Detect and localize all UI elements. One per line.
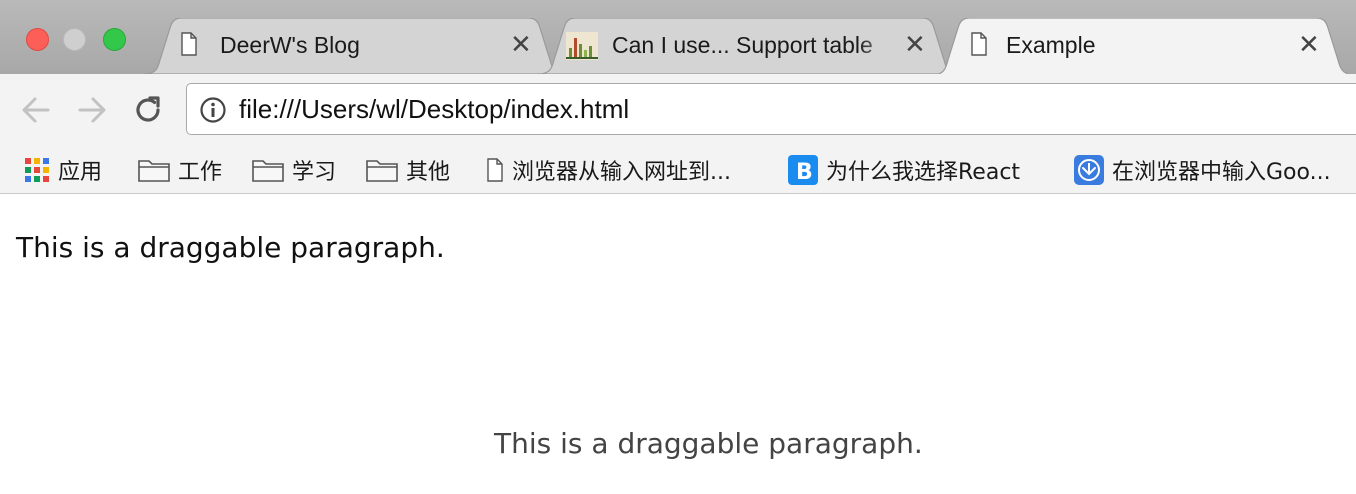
folder-icon bbox=[366, 160, 398, 182]
bookmark-label: 学习 bbox=[292, 160, 337, 185]
title-fade bbox=[858, 28, 898, 62]
minimize-window-button[interactable] bbox=[63, 28, 86, 51]
bookmark-label: 应用 bbox=[58, 160, 103, 185]
apps-grid-icon bbox=[25, 158, 49, 182]
bookmark-apps[interactable]: 应用 bbox=[24, 152, 102, 188]
page-icon bbox=[487, 158, 503, 182]
globe-favicon bbox=[1074, 155, 1104, 185]
browser-toolbar: file:///Users/wl/Desktop/index.html bbox=[0, 74, 1356, 146]
bookmark-folder-other[interactable]: 其他 bbox=[366, 152, 450, 188]
bookmark-why-react[interactable]: B 为什么我选择React bbox=[788, 152, 1020, 188]
draggable-paragraph[interactable]: This is a draggable paragraph. bbox=[16, 231, 445, 264]
svg-text:B: B bbox=[796, 160, 813, 185]
folder-icon bbox=[252, 160, 284, 182]
folder-icon bbox=[138, 160, 170, 182]
bookmark-google-input[interactable]: 在浏览器中输入Goo... bbox=[1074, 152, 1331, 188]
tab-title: Example bbox=[1006, 32, 1096, 58]
info-icon[interactable] bbox=[199, 96, 227, 124]
close-icon[interactable]: ✕ bbox=[510, 30, 532, 58]
bookmark-label: 浏览器从输入网址到... bbox=[512, 160, 731, 185]
zoom-window-button[interactable] bbox=[103, 28, 126, 51]
close-icon[interactable]: ✕ bbox=[1298, 30, 1320, 58]
page-content: This is a draggable paragraph. This is a… bbox=[0, 195, 1356, 494]
address-bar[interactable]: file:///Users/wl/Desktop/index.html bbox=[186, 83, 1356, 135]
tab-title: DeerW's Blog bbox=[220, 32, 360, 58]
tab-title: Can I use... Support table bbox=[612, 32, 873, 58]
bookmark-label: 在浏览器中输入Goo... bbox=[1112, 160, 1331, 185]
close-icon[interactable]: ✕ bbox=[904, 30, 926, 58]
forward-arrow-icon[interactable] bbox=[76, 94, 108, 126]
bookmark-browser-url[interactable]: 浏览器从输入网址到... bbox=[486, 152, 731, 188]
tab-deerw-blog[interactable]: DeerW's Blog ✕ bbox=[144, 18, 568, 74]
close-window-button[interactable] bbox=[26, 28, 49, 51]
page-icon bbox=[181, 32, 197, 56]
bookmark-label: 其他 bbox=[406, 160, 451, 185]
tab-strip: DeerW's Blog ✕ Can I use... Support tabl… bbox=[0, 0, 1356, 75]
b-favicon: B bbox=[788, 155, 818, 185]
reload-icon[interactable] bbox=[132, 94, 164, 126]
page-icon bbox=[971, 32, 987, 56]
url-text[interactable]: file:///Users/wl/Desktop/index.html bbox=[239, 94, 629, 125]
bookmark-folder-study[interactable]: 学习 bbox=[252, 152, 336, 188]
bookmarks-bar: 应用 工作 学习 其他 浏览器从输入网址到... B 为什么我选择React 在… bbox=[0, 146, 1356, 194]
back-arrow-icon[interactable] bbox=[20, 94, 52, 126]
caniuse-favicon bbox=[566, 32, 598, 60]
tab-caniuse[interactable]: Can I use... Support table ✕ bbox=[538, 18, 962, 74]
bookmark-label: 工作 bbox=[178, 160, 223, 185]
bookmark-label: 为什么我选择React bbox=[826, 160, 1021, 185]
tab-example[interactable]: Example ✕ bbox=[932, 18, 1356, 75]
bookmark-folder-work[interactable]: 工作 bbox=[138, 152, 222, 188]
drag-ghost-paragraph: This is a draggable paragraph. bbox=[494, 427, 923, 460]
